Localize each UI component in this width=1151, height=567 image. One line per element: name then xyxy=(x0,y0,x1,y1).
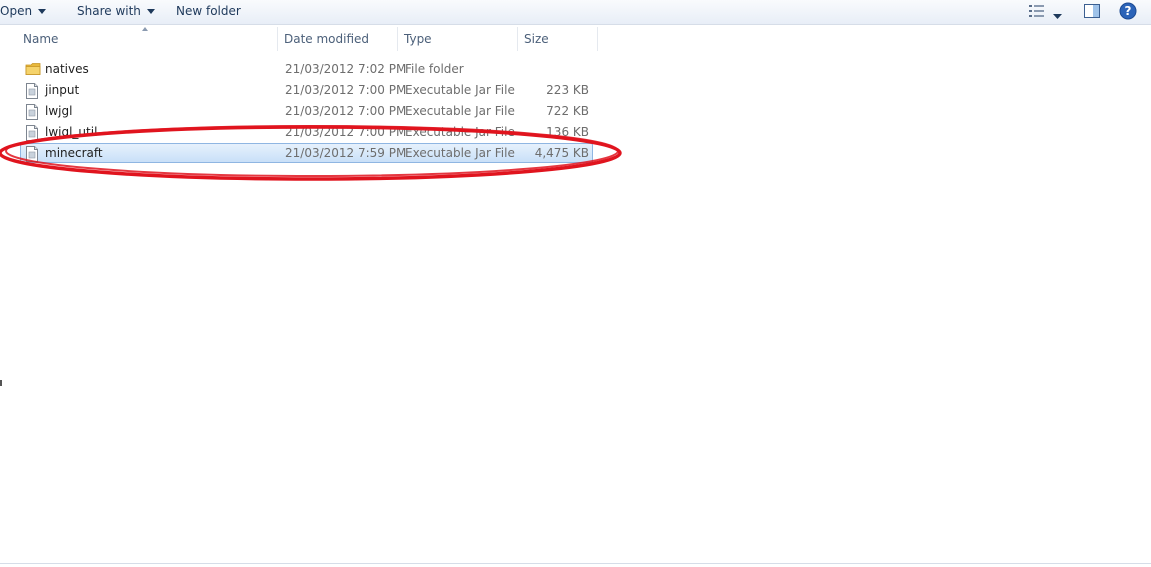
file-date: 21/03/2012 7:00 PM xyxy=(285,104,407,118)
file-size: 223 KB xyxy=(546,83,589,97)
share-with-label: Share with xyxy=(77,4,141,18)
file-size: 136 KB xyxy=(546,125,589,139)
column-header-type-label: Type xyxy=(404,32,432,46)
column-header-size[interactable]: Size xyxy=(518,27,598,51)
jar-file-icon xyxy=(25,146,39,165)
column-header-row: Name Date modified Type Size xyxy=(0,27,600,51)
open-label: Open xyxy=(0,4,33,18)
new-folder-button[interactable]: New folder xyxy=(176,0,241,22)
new-folder-label: New folder xyxy=(176,4,241,18)
command-bar: Open Share with New folder ? xyxy=(0,0,1151,25)
column-header-type[interactable]: Type xyxy=(398,27,518,51)
file-name: lwjgl_util xyxy=(45,125,98,139)
file-type: File folder xyxy=(405,62,464,76)
column-header-date[interactable]: Date modified xyxy=(278,27,398,51)
file-name: natives xyxy=(45,62,89,76)
svg-text:?: ? xyxy=(1125,4,1132,18)
file-name: jinput xyxy=(45,83,80,97)
share-with-button[interactable]: Share with xyxy=(77,0,155,22)
chevron-down-icon xyxy=(38,9,47,14)
file-row-jinput[interactable]: jinput 21/03/2012 7:00 PM Executable Jar… xyxy=(20,80,593,100)
file-date: 21/03/2012 7:02 PM xyxy=(285,62,407,76)
details-view-icon[interactable] xyxy=(1028,3,1046,22)
open-button[interactable]: Open xyxy=(0,0,47,22)
file-date: 21/03/2012 7:00 PM xyxy=(285,125,407,139)
jar-file-icon xyxy=(25,125,39,144)
jar-file-icon xyxy=(25,104,39,123)
help-icon[interactable]: ? xyxy=(1119,2,1137,23)
sort-ascending-icon xyxy=(142,27,148,31)
file-type: Executable Jar File xyxy=(405,146,515,160)
file-name: minecraft xyxy=(45,146,103,160)
file-date: 21/03/2012 7:59 PM xyxy=(285,146,407,160)
file-type: Executable Jar File xyxy=(405,104,515,118)
bottom-border xyxy=(0,563,1151,564)
file-type: Executable Jar File xyxy=(405,125,515,139)
chevron-down-icon xyxy=(146,9,155,14)
file-name: lwjgl xyxy=(45,104,73,118)
file-row-natives[interactable]: natives 21/03/2012 7:02 PM File folder xyxy=(20,59,593,79)
view-menu-chevron-down-icon[interactable] xyxy=(1053,9,1062,23)
file-size: 722 KB xyxy=(546,104,589,118)
file-size: 4,475 KB xyxy=(534,146,589,160)
file-row-minecraft[interactable]: minecraft 21/03/2012 7:59 PM Executable … xyxy=(20,143,593,163)
file-row-lwjgl[interactable]: lwjgl 21/03/2012 7:00 PM Executable Jar … xyxy=(20,101,593,121)
file-date: 21/03/2012 7:00 PM xyxy=(285,83,407,97)
column-header-name-label: Name xyxy=(23,32,59,46)
jar-file-icon xyxy=(25,83,39,102)
splitter-mark xyxy=(0,380,2,386)
file-type: Executable Jar File xyxy=(405,83,515,97)
folder-icon xyxy=(25,62,41,79)
column-header-date-label: Date modified xyxy=(284,32,370,46)
file-row-lwjgl-util[interactable]: lwjgl_util 21/03/2012 7:00 PM Executable… xyxy=(20,122,593,142)
preview-pane-icon[interactable] xyxy=(1083,3,1101,22)
column-header-size-label: Size xyxy=(524,32,549,46)
